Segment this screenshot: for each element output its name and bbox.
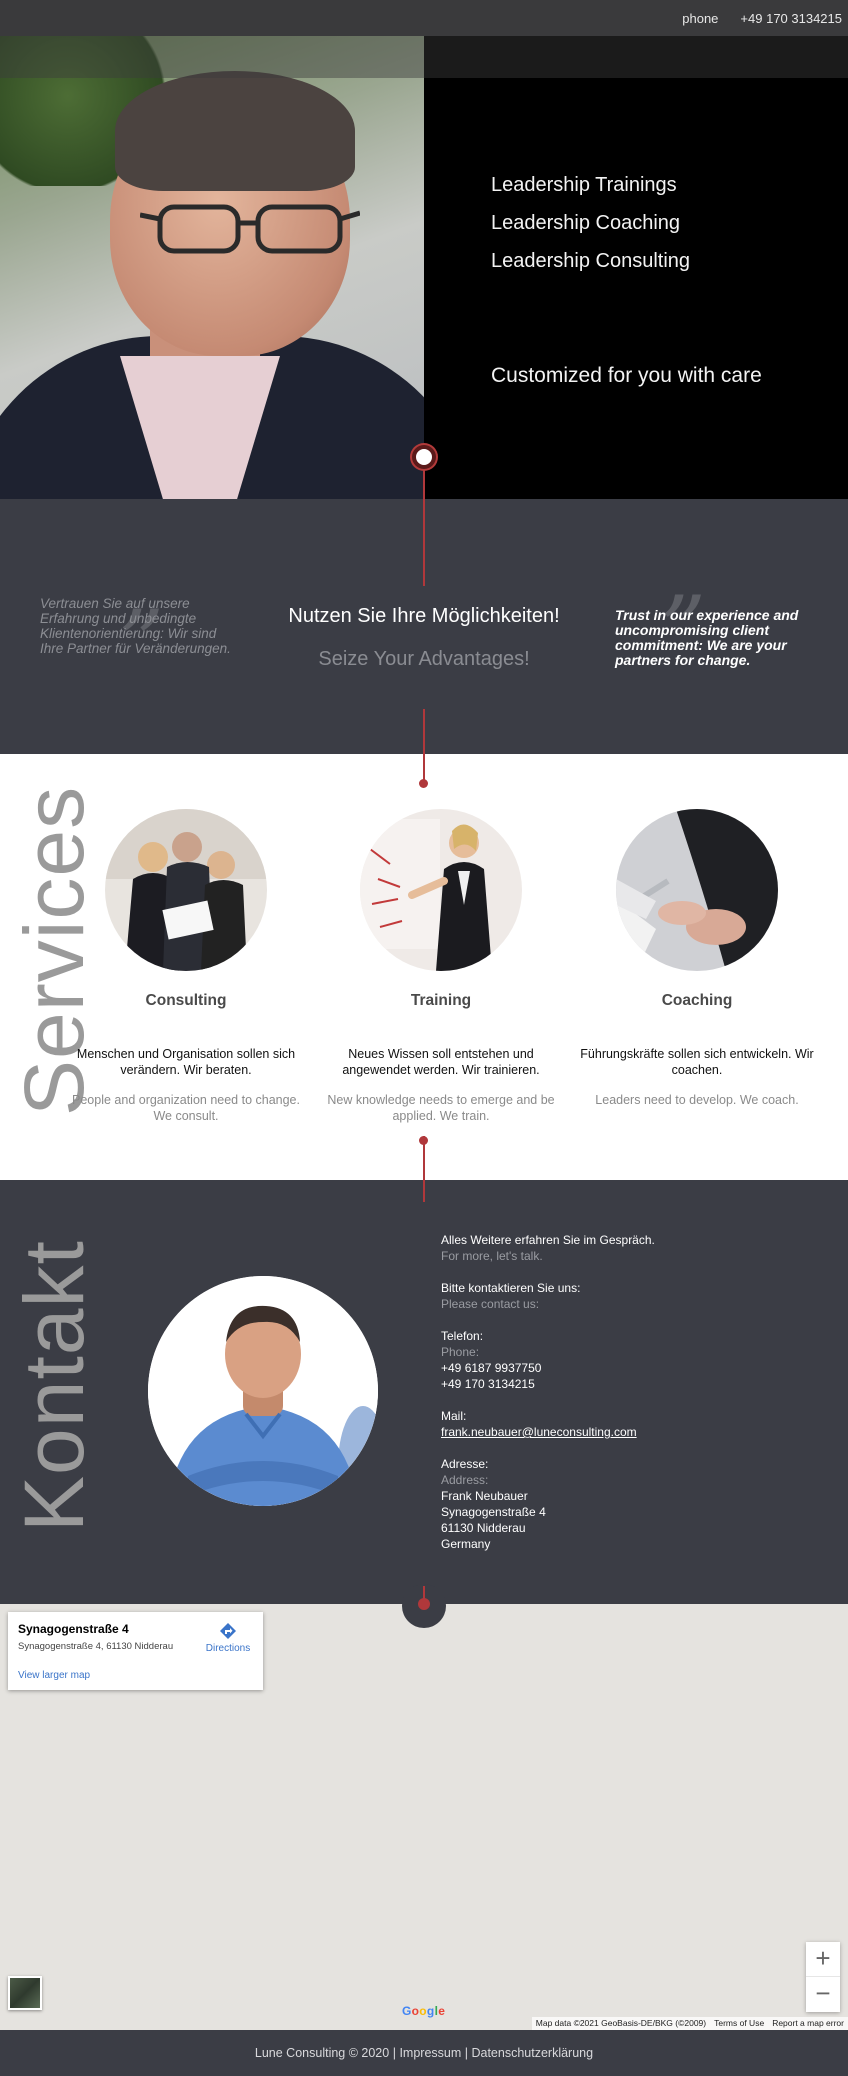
service-training: Training Neues Wissen soll entstehen und… xyxy=(321,809,561,1124)
map-attribution-bar: Map data ©2021 GeoBasis-DE/BKG (©2009) T… xyxy=(531,2017,848,2030)
hero-header-overlay xyxy=(0,36,848,78)
hero-tagline: Customized for you with care xyxy=(491,364,762,387)
hero-line-coaching: Leadership Coaching xyxy=(491,212,681,234)
service-text-en: Leaders need to develop. We coach. xyxy=(595,1093,799,1107)
address-heading-de: Adresse: xyxy=(441,1457,489,1471)
address-heading-en: Address: xyxy=(441,1473,489,1487)
directions-button[interactable]: Directions xyxy=(198,1622,258,1654)
service-text-de: Neues Wissen soll entstehen und angewend… xyxy=(342,1047,540,1077)
satellite-toggle[interactable] xyxy=(8,1976,42,2010)
map-attribution: Map data ©2021 GeoBasis-DE/BKG (©2009) xyxy=(535,2018,707,2028)
glasses-icon xyxy=(140,204,360,254)
hero-line-consulting: Leadership Consulting xyxy=(491,250,691,272)
timeline-line xyxy=(423,469,425,586)
address-line: 61130 Nidderau xyxy=(441,1521,526,1535)
directions-label: Directions xyxy=(205,1643,251,1654)
consulting-photo xyxy=(105,809,267,971)
report-error-link[interactable]: Report a map error xyxy=(772,2017,844,2030)
map-place-card: Synagogenstraße 4 Synagogenstraße 4, 611… xyxy=(8,1612,263,1690)
contact-portrait-photo xyxy=(148,1276,378,1506)
place-title: Synagogenstraße 4 xyxy=(18,1622,129,1636)
phone-number-1[interactable]: +49 6187 9937750 xyxy=(441,1360,655,1376)
top-bar: phone +49 170 3134215 xyxy=(0,0,848,36)
claim-right-text: Trust in our experience and uncompromisi… xyxy=(615,607,799,668)
contact-intro-en: For more, let's talk. xyxy=(441,1249,543,1263)
privacy-link[interactable]: Datenschutzerklärung xyxy=(471,2046,593,2060)
phone-heading-en: Phone: xyxy=(441,1345,480,1359)
zoom-out-button[interactable]: − xyxy=(806,1977,840,2012)
service-text-de: Menschen und Organisation sollen sich ve… xyxy=(76,1047,296,1077)
service-coaching: Coaching Führungskräfte sollen sich entw… xyxy=(577,809,817,1108)
copyright: Lune Consulting © 2020 xyxy=(254,2046,390,2060)
claim-subtitle: Seize Your Advantages! xyxy=(318,648,530,670)
contact-vertical-title: Kontakt xyxy=(7,1240,101,1532)
hero-portrait-photo xyxy=(0,36,424,499)
service-title: Training xyxy=(410,992,472,1009)
timeline-dot xyxy=(419,779,428,788)
terms-link[interactable]: Terms of Use xyxy=(714,2017,764,2030)
timeline-dot xyxy=(418,1598,430,1610)
contact-info: Alles Weitere erfahren Sie im Gespräch. … xyxy=(441,1232,655,1568)
service-text-en: People and organization need to change. … xyxy=(72,1093,300,1123)
phone-heading-de: Telefon: xyxy=(441,1329,484,1343)
impressum-link[interactable]: Impressum xyxy=(399,2046,461,2060)
hero-text: Leadership Trainings Leadership Coaching… xyxy=(491,166,762,395)
contact-please-en: Please contact us: xyxy=(441,1297,540,1311)
service-consulting: Consulting Menschen und Organisation sol… xyxy=(66,809,306,1124)
phone-number-2[interactable]: +49 170 3134215 xyxy=(441,1376,655,1392)
address-line: Synagogenstraße 4 xyxy=(441,1505,546,1519)
claim-title: Nutzen Sie Ihre Möglichkeiten! xyxy=(288,605,560,627)
phone-number-link[interactable]: +49 170 3134215 xyxy=(740,11,842,26)
coaching-photo xyxy=(616,809,778,971)
timeline-line xyxy=(423,709,425,781)
google-logo: Google xyxy=(402,2004,446,2018)
zoom-in-button[interactable]: + xyxy=(806,1942,840,1977)
contact-please-de: Bitte kontaktieren Sie uns: xyxy=(441,1281,581,1295)
service-title: Consulting xyxy=(145,992,227,1009)
hero-section: Leadership Trainings Leadership Coaching… xyxy=(0,36,848,499)
google-map[interactable]: Synagogenstraße 4 Synagogenstraße 4, 611… xyxy=(0,1604,848,2030)
service-text-de: Führungskräfte sollen sich entwickeln. W… xyxy=(580,1047,814,1077)
view-larger-map-link[interactable]: View larger map xyxy=(18,1670,90,1681)
map-zoom-control: + − xyxy=(806,1942,840,2012)
timeline-line xyxy=(423,1136,425,1202)
email-link[interactable]: frank.neubauer@luneconsulting.com xyxy=(441,1425,637,1439)
scroll-knob[interactable] xyxy=(412,445,436,469)
place-address: Synagogenstraße 4, 61130 Nidderau xyxy=(18,1641,174,1652)
timeline-dot xyxy=(419,1136,428,1145)
service-title: Coaching xyxy=(661,992,733,1009)
training-photo xyxy=(360,809,522,971)
contact-intro-de: Alles Weitere erfahren Sie im Gespräch. xyxy=(441,1233,655,1247)
phone-label: phone xyxy=(682,10,719,26)
service-text-en: New knowledge needs to emerge and be app… xyxy=(327,1093,555,1123)
address-line: Germany xyxy=(441,1537,491,1551)
address-line: Frank Neubauer xyxy=(441,1489,528,1503)
directions-icon xyxy=(220,1623,236,1639)
contact-section: Kontakt Alles Weitere erfahren Sie im Ge… xyxy=(0,1180,848,1604)
services-section: Services Consulting Menschen und Organis… xyxy=(0,754,848,1180)
footer: Lune Consulting © 2020 | Impressum | Dat… xyxy=(0,2030,848,2076)
mail-heading: Mail: xyxy=(441,1409,467,1423)
hero-line-trainings: Leadership Trainings xyxy=(491,174,677,196)
